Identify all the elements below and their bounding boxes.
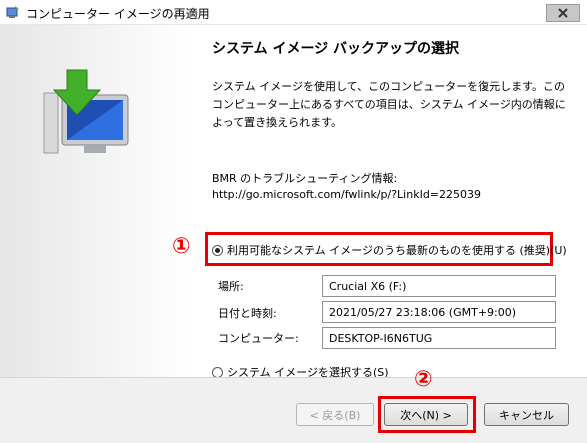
bmr-label: BMR のトラブルシューティング情報: — [212, 172, 398, 185]
close-button[interactable] — [546, 4, 580, 22]
next-button[interactable]: 次へ(N) > — [384, 403, 468, 426]
radio-latest-label: 利用可能なシステム イメージのうち最新のものを使用する (推奨)(U) — [227, 244, 567, 257]
computer-field: DESKTOP-I6N6TUG — [322, 327, 556, 349]
radio-latest[interactable] — [212, 244, 223, 256]
annotation-two: ② — [414, 367, 433, 392]
close-icon — [558, 8, 568, 18]
computer-label: コンピューター: — [218, 332, 299, 345]
back-button[interactable]: < 戻る(B) — [296, 403, 374, 426]
radio-select[interactable] — [212, 366, 223, 378]
description-text: システム イメージを使用して、このコンピューターを復元します。このコンピューター… — [212, 80, 566, 129]
location-field: Crucial X6 (F:) — [322, 275, 556, 297]
datetime-field: 2021/05/27 23:18:06 (GMT+9:00) — [322, 301, 556, 323]
bmr-link[interactable]: http://go.microsoft.com/fwlink/p/?LinkId… — [212, 188, 481, 201]
cancel-button[interactable]: キャンセル — [484, 403, 569, 426]
computer-restore-icon — [43, 69, 129, 154]
datetime-label: 日付と時刻: — [218, 307, 277, 320]
annotation-one: ① — [172, 234, 191, 259]
window-title: コンピューター イメージの再適用 — [26, 7, 210, 21]
radio-latest-row[interactable]: 利用可能なシステム イメージのうち最新のものを使用する (推奨)(U) — [212, 242, 567, 258]
page-heading: システム イメージ バックアップの選択 — [212, 41, 460, 57]
restore-app-icon — [6, 6, 19, 18]
location-label: 場所: — [218, 280, 244, 293]
title-bar: コンピューター イメージの再適用 — [0, 0, 587, 25]
left-decoration-panel — [0, 25, 192, 377]
